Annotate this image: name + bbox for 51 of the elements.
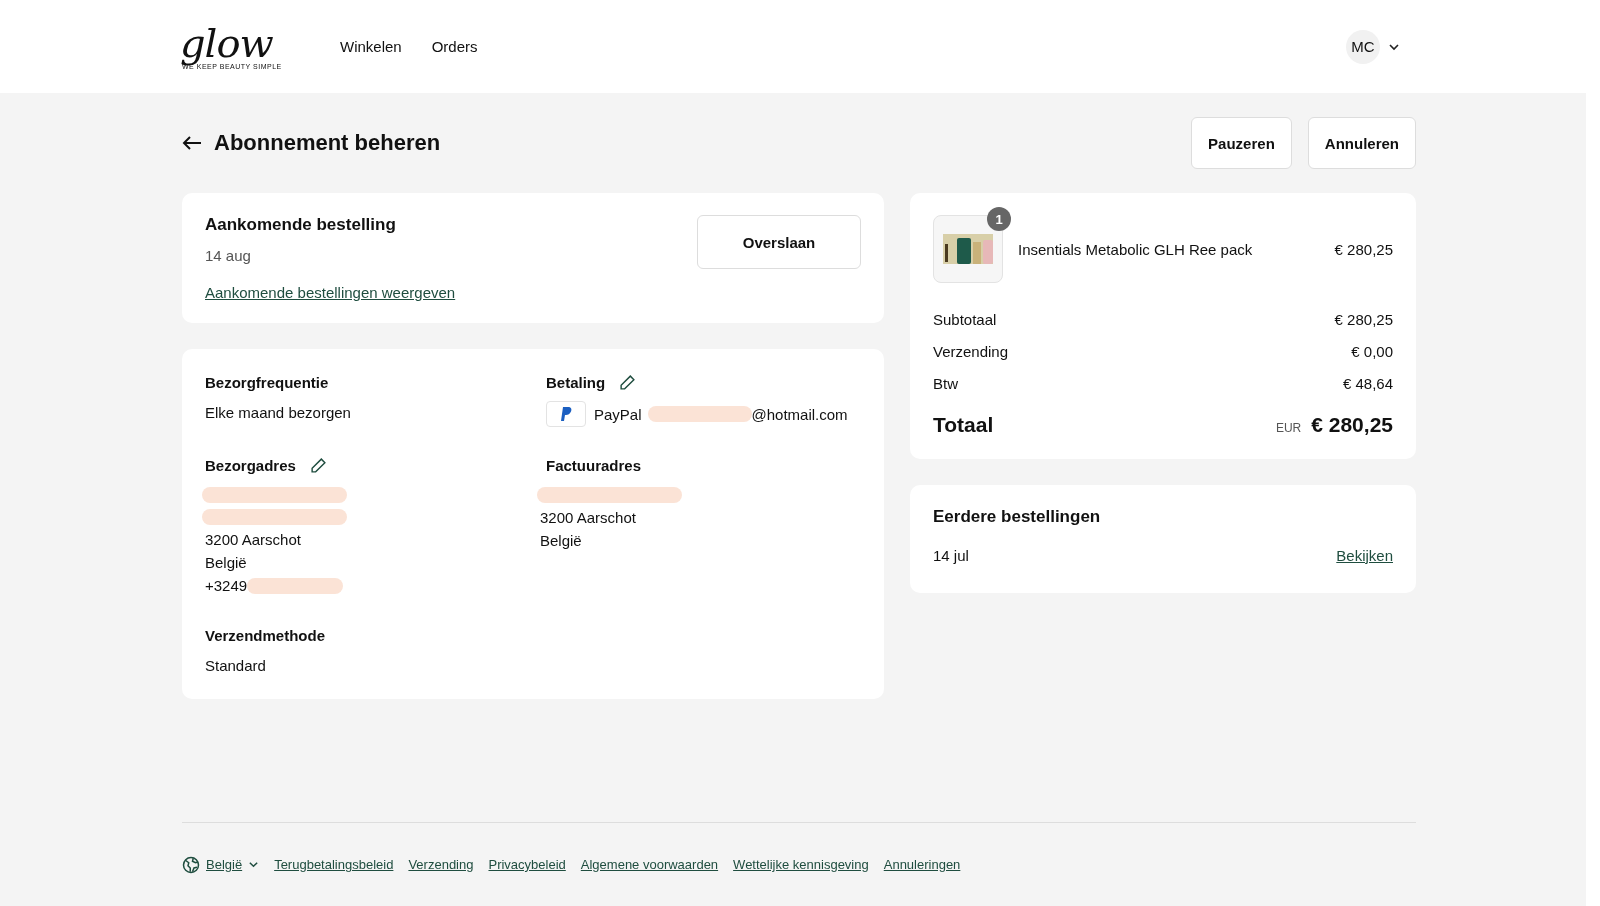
frequency-value: Elke maand bezorgen — [205, 403, 352, 423]
currency-code: EUR — [1275, 421, 1302, 435]
summary-label: Subtotaal — [933, 310, 997, 328]
footer-link[interactable]: Annuleringen — [883, 857, 961, 872]
address-line: +3249 — [205, 576, 248, 596]
order-date: 14 jul — [933, 546, 969, 564]
summary-value: € 48,64 — [1342, 374, 1393, 392]
card-title: Aankomende bestelling — [205, 215, 397, 235]
total-value: € 280,25 — [1311, 413, 1393, 437]
footer-link[interactable]: Algemene voorwaarden — [580, 857, 719, 872]
upcoming-orders-link[interactable]: Aankomende bestellingen weergeven — [205, 284, 456, 301]
payment-email: @hotmail.com — [751, 405, 848, 423]
footer-link[interactable]: Verzending — [408, 857, 474, 872]
action-button[interactable]: Pauzeren — [1191, 117, 1292, 169]
summary-value: € 0,00 — [1351, 342, 1393, 360]
view-link[interactable]: Bekijken — [1336, 546, 1393, 564]
country-selector[interactable]: België — [206, 857, 243, 872]
order-date: 14 aug — [205, 247, 252, 264]
footer-link[interactable]: Privacybeleid — [488, 857, 566, 872]
section-label: Bezorgadres — [205, 457, 296, 474]
page-title: Abonnement beheren — [214, 130, 441, 156]
section-label: Verzendmethode — [205, 627, 326, 644]
product-price: € 280,25 — [1334, 240, 1393, 258]
address-line: 3200 Aarschot — [540, 508, 637, 528]
total-label: Totaal — [933, 413, 994, 437]
back-arrow-icon[interactable] — [182, 135, 202, 151]
summary-label: Btw — [933, 374, 958, 392]
globe-icon — [182, 855, 200, 874]
section-label: Bezorgfrequentie — [205, 374, 329, 391]
paypal-icon — [546, 401, 586, 427]
skip-button[interactable]: Overslaan — [697, 215, 861, 269]
edit-icon[interactable] — [619, 374, 637, 391]
quantity-badge: 1 — [987, 207, 1011, 231]
footer-link[interactable]: Terugbetalingsbeleid — [274, 857, 394, 872]
nav-link[interactable]: Winkelen — [340, 38, 402, 55]
footer-link[interactable]: Wettelijke kennisgeving — [733, 857, 869, 872]
action-button[interactable]: Annuleren — [1307, 117, 1416, 169]
nav-link[interactable]: Orders — [431, 38, 478, 55]
section-label: Betaling — [546, 374, 606, 391]
payment-method: PayPal — [594, 405, 642, 423]
caret-icon — [248, 859, 260, 870]
edit-icon[interactable] — [309, 457, 327, 474]
account-avatar[interactable]: MC — [1346, 29, 1380, 64]
address-line: België — [205, 553, 248, 573]
section-label: Factuuradres — [546, 457, 642, 474]
address-line: België — [540, 531, 583, 551]
shipping-method-value: Standard — [205, 656, 267, 676]
summary-value: € 280,25 — [1334, 310, 1393, 328]
product-name: Insentials Metabolic GLH Ree pack — [1018, 240, 1254, 258]
summary-label: Verzending — [933, 342, 1009, 360]
card-title: Eerdere bestellingen — [933, 507, 1102, 527]
